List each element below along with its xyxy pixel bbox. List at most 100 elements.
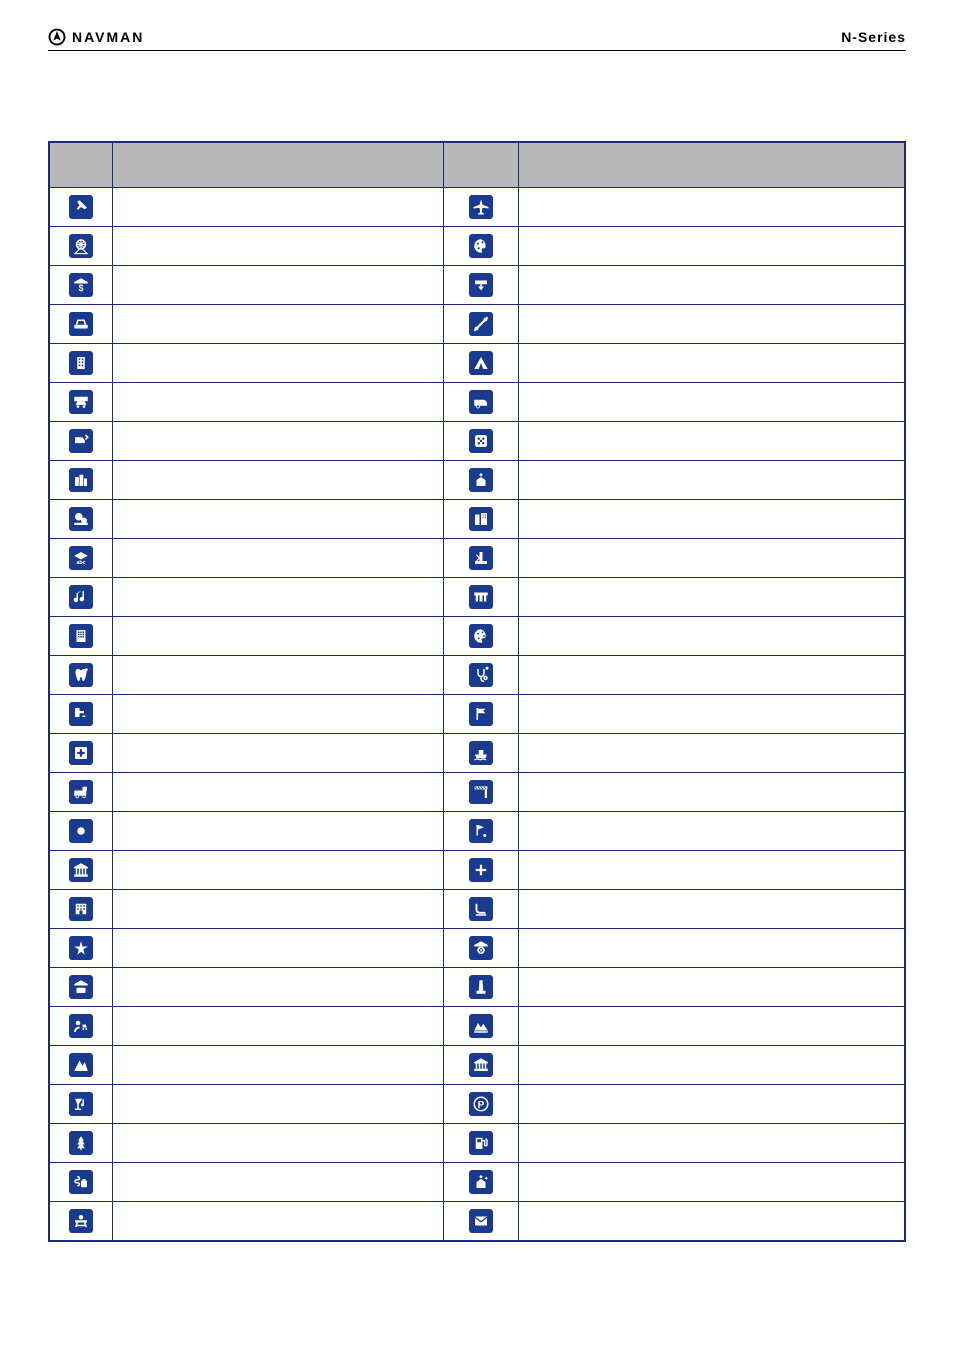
description-cell	[113, 1202, 444, 1242]
dentist-icon	[69, 663, 93, 687]
leisure-center-icon	[469, 936, 493, 960]
description-cell	[113, 734, 444, 773]
brand: NAVMAN	[48, 28, 144, 46]
description-cell	[113, 305, 444, 344]
table-row	[49, 344, 905, 383]
table-row	[49, 968, 905, 1007]
icon-cell	[49, 1163, 113, 1202]
table-header-row	[49, 142, 905, 188]
museum-icon	[469, 1053, 493, 1077]
description-cell	[519, 422, 905, 461]
icon-cell	[444, 968, 519, 1007]
description-cell	[113, 617, 444, 656]
description-cell	[113, 890, 444, 929]
description-cell	[519, 383, 905, 422]
icon-cell	[49, 422, 113, 461]
car-dealer-icon	[69, 390, 93, 414]
company-icon	[469, 507, 493, 531]
icon-cell	[49, 929, 113, 968]
description-cell	[113, 266, 444, 305]
icon-cell	[444, 422, 519, 461]
description-cell	[519, 461, 905, 500]
cultural-center-icon	[469, 624, 493, 648]
description-cell	[113, 929, 444, 968]
table-row	[49, 734, 905, 773]
table-row	[49, 539, 905, 578]
icon-cell	[444, 656, 519, 695]
table-row	[49, 188, 905, 227]
table-row	[49, 812, 905, 851]
table-row	[49, 266, 905, 305]
description-cell	[113, 539, 444, 578]
monument-icon	[469, 975, 493, 999]
series-label: N-Series	[841, 29, 906, 45]
motoring-org-icon	[69, 1014, 93, 1038]
government-office-icon	[69, 858, 93, 882]
icon-cell	[49, 968, 113, 1007]
nightlife-icon	[69, 1092, 93, 1116]
icon-cell	[49, 1007, 113, 1046]
picnic-area-icon	[69, 1209, 93, 1233]
icon-cell	[444, 578, 519, 617]
description-cell	[113, 422, 444, 461]
icon-cell	[49, 266, 113, 305]
parking-icon	[469, 1092, 493, 1116]
icon-cell	[444, 305, 519, 344]
airport-icon	[469, 195, 493, 219]
icon-cell	[49, 383, 113, 422]
page: NAVMAN N-Series	[0, 0, 954, 1355]
icon-cell	[49, 305, 113, 344]
description-cell	[113, 461, 444, 500]
concert-hall-icon	[69, 585, 93, 609]
icon-cell	[444, 383, 519, 422]
table-row	[49, 1163, 905, 1202]
description-cell	[113, 1085, 444, 1124]
church-icon	[469, 468, 493, 492]
camping-icon	[469, 351, 493, 375]
description-cell	[113, 968, 444, 1007]
convention-center-icon	[469, 585, 493, 609]
description-cell	[519, 539, 905, 578]
table-row	[49, 305, 905, 344]
building-icon	[69, 351, 93, 375]
frontier-crossing-icon	[469, 780, 493, 804]
icon-cell	[49, 578, 113, 617]
description-cell	[113, 1007, 444, 1046]
icon-cell	[444, 1202, 519, 1242]
description-cell	[519, 1163, 905, 1202]
bar-icon	[69, 312, 93, 336]
icon-cell	[49, 539, 113, 578]
description-cell	[519, 227, 905, 266]
icon-cell	[444, 734, 519, 773]
icon-cell	[49, 344, 113, 383]
description-cell	[519, 617, 905, 656]
table-row	[49, 695, 905, 734]
mountain-peak-icon	[69, 1053, 93, 1077]
col-header-desc-2	[519, 142, 905, 188]
amusement-park-icon	[69, 234, 93, 258]
icon-cell	[444, 695, 519, 734]
icon-cell	[444, 1085, 519, 1124]
icon-cell	[444, 227, 519, 266]
description-cell	[519, 773, 905, 812]
description-cell	[113, 578, 444, 617]
navman-logo-icon	[48, 28, 66, 46]
table-row	[49, 773, 905, 812]
ferry-terminal-icon	[469, 741, 493, 765]
general-point-icon	[69, 819, 93, 843]
icon-cell	[49, 188, 113, 227]
icon-cell	[444, 1124, 519, 1163]
description-cell	[519, 812, 905, 851]
description-cell	[519, 968, 905, 1007]
table-row	[49, 227, 905, 266]
description-cell	[113, 656, 444, 695]
icon-cell	[444, 1007, 519, 1046]
place-of-worship-icon	[469, 1170, 493, 1194]
table-row	[49, 656, 905, 695]
courthouse-icon	[469, 546, 493, 570]
description-cell	[519, 695, 905, 734]
fire-brigade-icon	[69, 780, 93, 804]
table-row	[49, 422, 905, 461]
first-aid-icon	[69, 741, 93, 765]
hotel-icon	[69, 897, 93, 921]
